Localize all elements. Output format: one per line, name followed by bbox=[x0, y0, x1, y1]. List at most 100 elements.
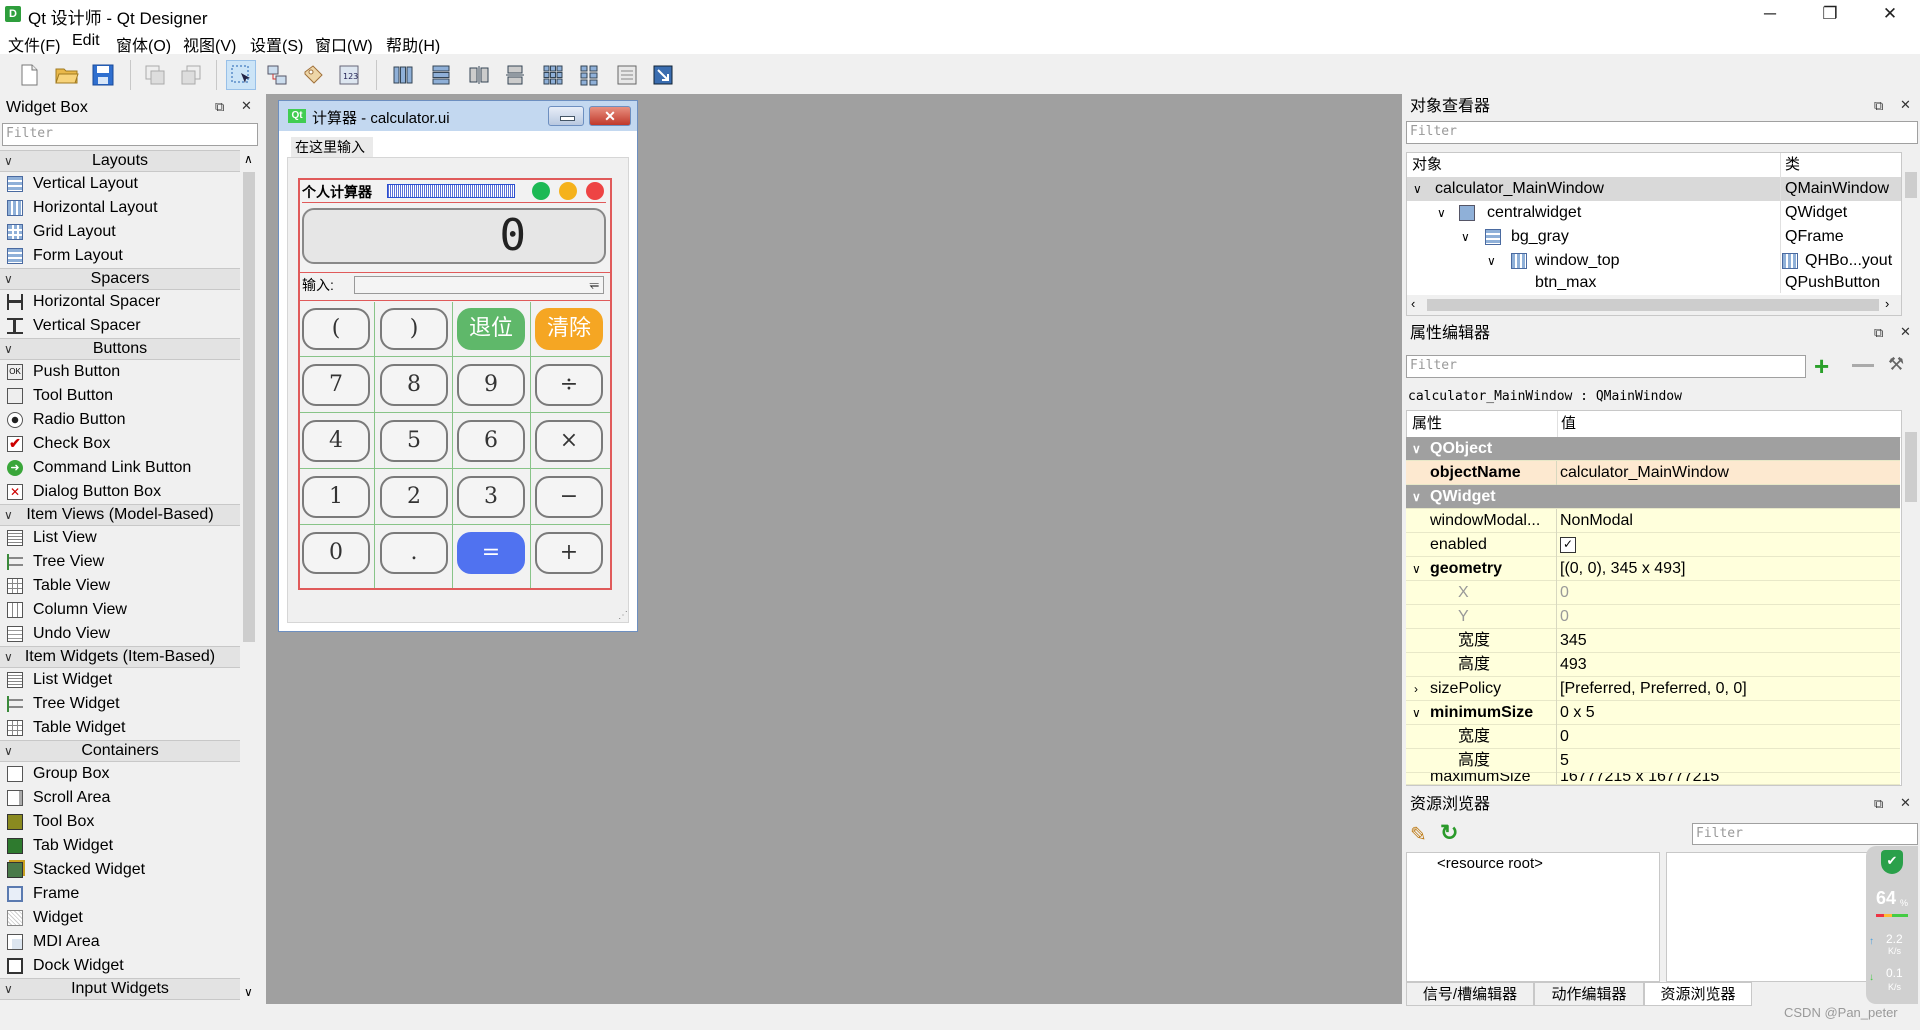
btn-min-traffic[interactable] bbox=[532, 182, 550, 200]
prop-group-qwidget[interactable]: ∨ QWidget bbox=[1406, 485, 1900, 509]
reload-icon[interactable]: ↻ bbox=[1440, 820, 1458, 846]
adjust-size-icon[interactable] bbox=[648, 60, 678, 90]
widget-tree-view[interactable]: Tree View bbox=[0, 550, 240, 574]
widget-grid-layout[interactable]: Grid Layout bbox=[0, 220, 240, 244]
col-value[interactable]: 值 bbox=[1561, 411, 1576, 437]
widget-push-button[interactable]: OK Push Button bbox=[0, 360, 240, 384]
menu-edit[interactable]: Edit bbox=[72, 32, 100, 50]
widget-widget[interactable]: Widget bbox=[0, 906, 240, 930]
configure-wrench-icon[interactable]: ⚒ bbox=[1888, 354, 1904, 375]
layout-grid-icon[interactable] bbox=[538, 60, 568, 90]
widget-frame[interactable]: Frame bbox=[0, 882, 240, 906]
prop-group-qobject[interactable]: ∨ QObject bbox=[1406, 437, 1900, 461]
widget-stacked-widget[interactable]: Stacked Widget bbox=[0, 858, 240, 882]
break-layout-icon[interactable] bbox=[612, 60, 642, 90]
widget-radio-button[interactable]: Radio Button bbox=[0, 408, 240, 432]
widget-list-widget[interactable]: List Widget bbox=[0, 668, 240, 692]
open-folder-icon[interactable] bbox=[52, 60, 82, 90]
btn-minus[interactable]: − bbox=[535, 476, 603, 518]
widget-vertical-layout[interactable]: Vertical Layout bbox=[0, 172, 240, 196]
layout-horizontal-icon[interactable] bbox=[388, 60, 418, 90]
category-buttons[interactable]: ∨ Buttons bbox=[0, 338, 240, 360]
form-close-button[interactable]: ✕ bbox=[589, 106, 631, 126]
edit-resources-icon[interactable]: ✎ bbox=[1410, 822, 1427, 847]
dock-float-icon[interactable]: ⧉ bbox=[1874, 796, 1883, 812]
widget-check-box[interactable]: ✔ Check Box bbox=[0, 432, 240, 456]
col-property[interactable]: 属性 bbox=[1412, 411, 1442, 437]
widget-dock-widget[interactable]: Dock Widget bbox=[0, 954, 240, 978]
widget-horizontal-layout[interactable]: Horizontal Layout bbox=[0, 196, 240, 220]
close-button[interactable]: ✕ bbox=[1865, 0, 1915, 28]
tree-row[interactable]: btn_max QPushButton bbox=[1407, 273, 1901, 293]
widget-table-widget[interactable]: Table Widget bbox=[0, 716, 240, 740]
object-tree-hscroll[interactable]: ‹ › bbox=[1407, 295, 1901, 315]
scroll-up-icon[interactable]: ∧ bbox=[244, 152, 253, 166]
widget-undo-view[interactable]: Undo View bbox=[0, 622, 240, 646]
menu-settings[interactable]: 设置(S) bbox=[250, 32, 303, 56]
btn-dot[interactable]: . bbox=[380, 532, 448, 574]
category-spacers[interactable]: ∨ Spacers bbox=[0, 268, 240, 290]
edit-widgets-icon[interactable] bbox=[226, 60, 256, 90]
prop-row-geometry[interactable]: ∨ geometry [(0, 0), 345 x 493] bbox=[1406, 557, 1900, 581]
dock-close-icon[interactable]: ✕ bbox=[241, 98, 252, 114]
tree-row[interactable]: ∨ window_top QHBo...yout bbox=[1407, 249, 1901, 273]
prop-row-minimumsize[interactable]: ∨ minimumSize 0 x 5 bbox=[1406, 701, 1900, 725]
new-file-icon[interactable] bbox=[14, 60, 44, 90]
btn-0[interactable]: 0 bbox=[302, 532, 370, 574]
calc-input-field[interactable]: ⥫ bbox=[354, 276, 604, 294]
btn-6[interactable]: 6 bbox=[457, 420, 525, 462]
tab-signal-slot-editor[interactable]: 信号/槽编辑器 bbox=[1406, 982, 1534, 1006]
dock-float-icon[interactable]: ⧉ bbox=[1874, 98, 1883, 114]
category-layouts[interactable]: ∨ Layouts bbox=[0, 150, 240, 172]
menu-view[interactable]: 视图(V) bbox=[183, 32, 236, 56]
widget-list-view[interactable]: List View bbox=[0, 526, 240, 550]
prop-row-objectname[interactable]: objectName calculator_MainWindow bbox=[1406, 461, 1900, 485]
btn-4[interactable]: 4 bbox=[302, 420, 370, 462]
prop-row-sizepolicy[interactable]: › sizePolicy [Preferred, Preferred, 0, 0] bbox=[1406, 677, 1900, 701]
menu-help[interactable]: 帮助(H) bbox=[386, 32, 440, 56]
category-containers[interactable]: ∨ Containers bbox=[0, 740, 240, 762]
layout-form-icon[interactable] bbox=[574, 60, 604, 90]
object-filter[interactable]: Filter bbox=[1406, 121, 1918, 144]
btn-right-paren[interactable]: ) bbox=[380, 308, 448, 350]
edit-tab-order-icon[interactable]: 123 bbox=[334, 60, 364, 90]
widget-column-view[interactable]: Column View bbox=[0, 598, 240, 622]
enabled-checkbox[interactable]: ✓ bbox=[1560, 537, 1576, 553]
layout-vertical-icon[interactable] bbox=[426, 60, 456, 90]
edit-buddies-icon[interactable] bbox=[298, 60, 328, 90]
edit-signals-icon[interactable] bbox=[262, 60, 292, 90]
dock-float-icon[interactable]: ⧉ bbox=[1874, 325, 1883, 341]
tree-row[interactable]: ∨ calculator_MainWindow QMainWindow bbox=[1407, 177, 1901, 201]
btn-9[interactable]: 9 bbox=[457, 364, 525, 406]
dock-close-icon[interactable]: ✕ bbox=[1900, 97, 1911, 113]
scroll-down-icon[interactable]: ∨ bbox=[244, 985, 253, 999]
widget-tab-widget[interactable]: Tab Widget bbox=[0, 834, 240, 858]
widget-form-layout[interactable]: Form Layout bbox=[0, 244, 240, 268]
btn-5[interactable]: 5 bbox=[380, 420, 448, 462]
prop-row-enabled[interactable]: enabled ✓ bbox=[1406, 533, 1900, 557]
layout-h-splitter-icon[interactable] bbox=[464, 60, 494, 90]
calculator-frame[interactable]: 个人计算器 0 输入: ⥫ ( ) 退位 清除 7 8 9 ÷ 4 5 6 × … bbox=[298, 178, 612, 590]
col-object[interactable]: 对象 bbox=[1412, 153, 1442, 177]
widget-dialog-button-box[interactable]: ✕ Dialog Button Box bbox=[0, 480, 240, 504]
prop-row-maximumsize[interactable]: maximumSize 16777215 x 16777215 bbox=[1406, 773, 1900, 785]
btn-max-traffic[interactable] bbox=[559, 182, 577, 200]
widget-table-view[interactable]: Table View bbox=[0, 574, 240, 598]
paste-icon[interactable] bbox=[176, 60, 206, 90]
property-filter[interactable]: Filter bbox=[1406, 355, 1806, 378]
menu-form[interactable]: 窗体(O) bbox=[116, 32, 171, 56]
prop-row-min-height[interactable]: 高度 5 bbox=[1406, 749, 1900, 773]
widget-horizontal-spacer[interactable]: Horizontal Spacer bbox=[0, 290, 240, 314]
resource-root[interactable]: <resource root> bbox=[1437, 855, 1543, 872]
widget-box-filter[interactable]: Filter bbox=[2, 123, 258, 146]
menu-file[interactable]: 文件(F) bbox=[8, 32, 60, 56]
remove-property-icon[interactable] bbox=[1852, 364, 1874, 367]
widget-mdi-area[interactable]: MDI Area bbox=[0, 930, 240, 954]
prop-row-x[interactable]: X0 bbox=[1406, 581, 1900, 605]
prop-row-height[interactable]: 高度 493 bbox=[1406, 653, 1900, 677]
maximize-button[interactable]: ❐ bbox=[1805, 0, 1855, 28]
btn-left-paren[interactable]: ( bbox=[302, 308, 370, 350]
minimize-button[interactable]: ─ bbox=[1745, 0, 1795, 28]
btn-equals[interactable]: = bbox=[457, 532, 525, 574]
btn-plus[interactable]: + bbox=[535, 532, 603, 574]
